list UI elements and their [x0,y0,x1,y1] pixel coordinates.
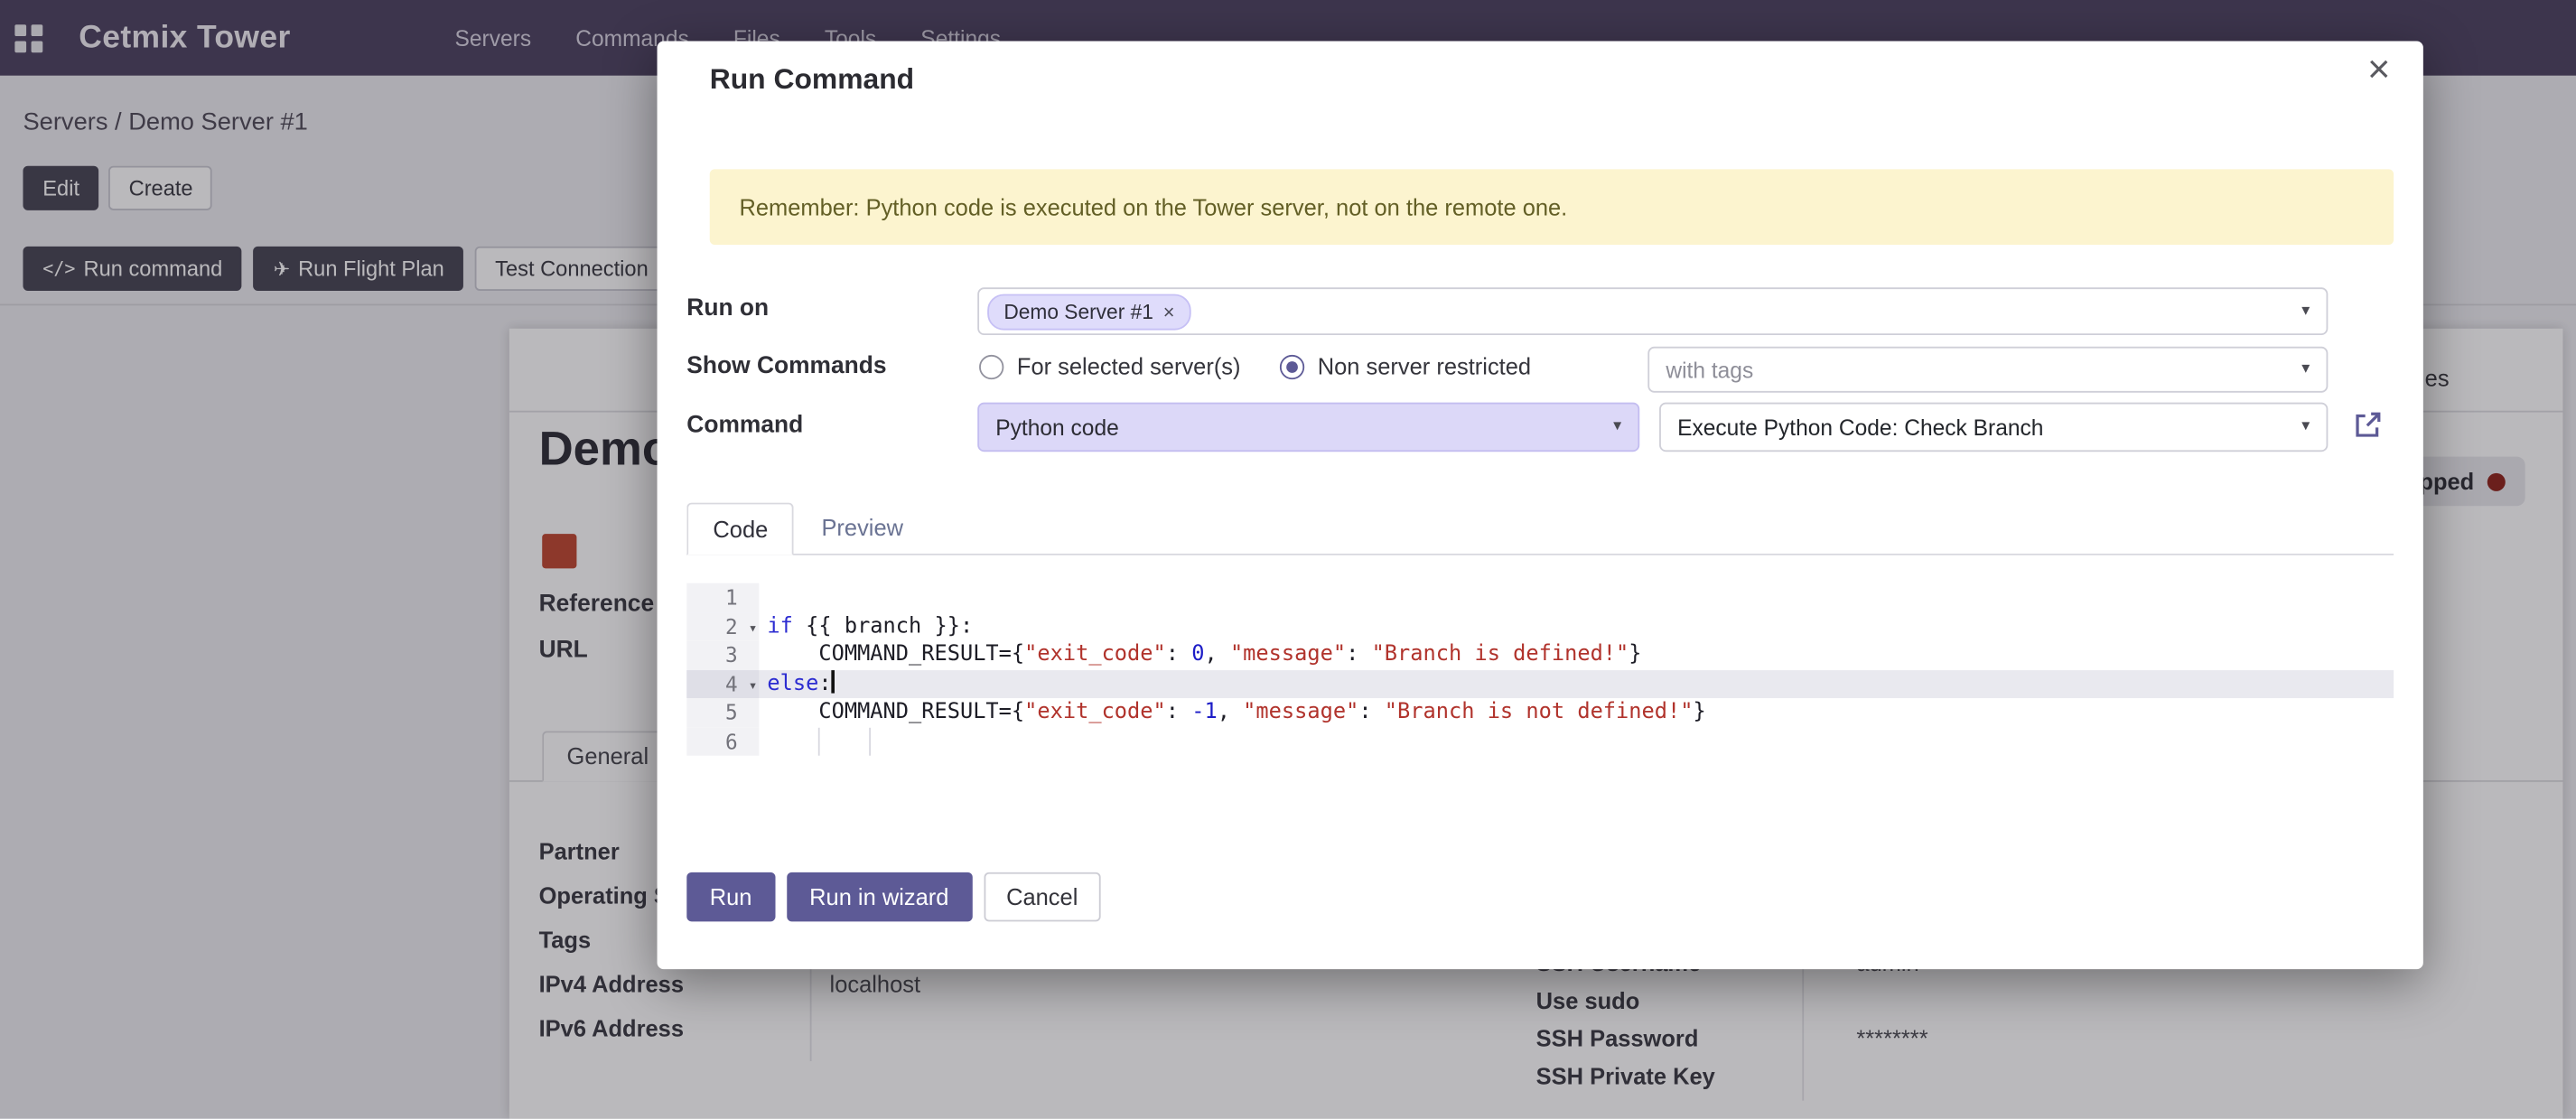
code-line-content: else: [759,669,2394,698]
chevron-down-icon: ▾ [2301,302,2310,320]
radio-checked-icon [1280,354,1304,378]
tab-code[interactable]: Code [686,503,794,555]
command-label: Command [686,413,803,439]
chevron-down-icon: ▾ [1613,417,1621,435]
with-tags-select[interactable]: with tags ▾ [1647,347,2328,393]
close-icon[interactable]: × [2367,51,2390,90]
radio-unchecked-icon [979,354,1003,378]
tab-preview[interactable]: Preview [821,514,903,540]
code-line-content: if {{ branch }}: [759,612,2394,641]
chevron-down-icon: ▾ [2301,359,2310,378]
run-on-label: Run on [686,295,769,322]
server-tag-label: Demo Server #1 [1003,300,1153,322]
line-number: 3 [686,640,759,669]
line-number: 2▾ [686,612,759,641]
chevron-down-icon: ▾ [2301,417,2310,435]
radio-non-server-restricted[interactable]: Non server restricted [1280,353,1531,379]
code-line-content [759,583,2394,612]
command-select-value: Execute Python Code: Check Branch [1677,415,2043,439]
code-editor[interactable]: 12▾if {{ branch }}:3 COMMAND_RESULT={"ex… [686,583,2394,756]
run-in-wizard-button[interactable]: Run in wizard [787,872,972,922]
run-command-modal: Run Command × Remember: Python code is e… [658,41,2423,969]
code-line[interactable]: 6 [686,727,2394,756]
run-button[interactable]: Run [686,872,775,922]
server-tag[interactable]: Demo Server #1 × [987,294,1191,330]
with-tags-placeholder: with tags [1666,358,1753,382]
code-line[interactable]: 2▾if {{ branch }}: [686,612,2394,641]
fold-arrow-icon[interactable]: ▾ [749,615,758,644]
line-number: 1 [686,583,759,612]
show-commands-label: Show Commands [686,353,886,379]
text-cursor [832,669,835,692]
command-type-value: Python code [995,415,1119,439]
line-number: 5 [686,698,759,727]
line-number: 6 [686,727,759,756]
radio-label: For selected server(s) [1017,353,1241,379]
line-number: 4▾ [686,669,759,698]
radio-label: Non server restricted [1318,353,1531,379]
cancel-button[interactable]: Cancel [984,872,1101,922]
remove-tag-icon[interactable]: × [1163,302,1175,322]
code-line-content [759,727,2394,756]
code-line[interactable]: 1 [686,583,2394,612]
code-line-content: COMMAND_RESULT={"exit_code": 0, "message… [759,640,2394,669]
command-type-select[interactable]: Python code ▾ [977,403,1639,452]
modal-title: Run Command [710,62,914,97]
fold-arrow-icon[interactable]: ▾ [749,673,758,702]
warning-alert: Remember: Python code is executed on the… [710,169,2394,245]
code-line[interactable]: 4▾else: [686,669,2394,698]
radio-for-selected-servers[interactable]: For selected server(s) [979,353,1240,379]
code-line[interactable]: 3 COMMAND_RESULT={"exit_code": 0, "messa… [686,640,2394,669]
command-select[interactable]: Execute Python Code: Check Branch ▾ [1659,403,2328,452]
indent-guide [869,727,871,756]
code-line-content: COMMAND_RESULT={"exit_code": -1, "messag… [759,698,2394,727]
run-on-select[interactable]: Demo Server #1 × ▾ [977,287,2328,335]
modal-footer: Run Run in wizard Cancel [686,872,1101,922]
indent-guide [818,727,820,756]
app-viewport: Cetmix Tower ServersCommandsFilesToolsSe… [0,0,2576,1119]
external-link-icon[interactable] [2353,409,2385,441]
tabs-divider [686,554,2394,555]
code-line[interactable]: 5 COMMAND_RESULT={"exit_code": -1, "mess… [686,698,2394,727]
